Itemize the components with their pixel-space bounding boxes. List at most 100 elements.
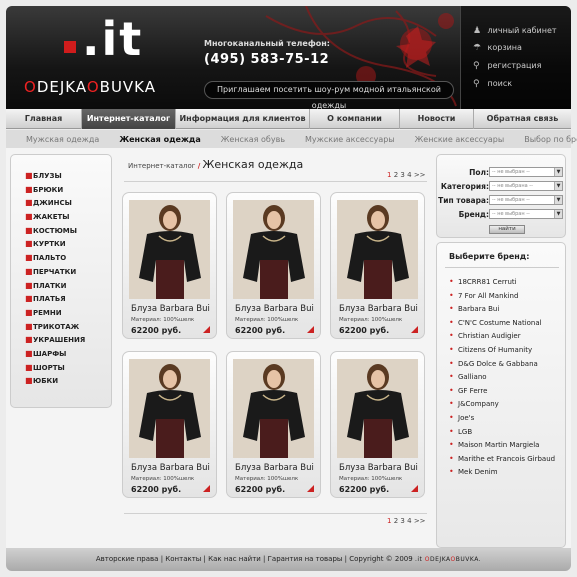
brand-item[interactable]: • LGB: [449, 425, 555, 439]
category-item[interactable]: ■БЛУЗЫ: [25, 169, 111, 183]
product-title[interactable]: Блуза Barbara Bui: [339, 463, 418, 473]
category-item[interactable]: ■КОСТЮМЫ: [25, 224, 111, 238]
next-page-link[interactable]: >>: [414, 517, 426, 525]
corner-arrow-icon[interactable]: [307, 485, 314, 492]
subnav-mens-clothing[interactable]: Мужская одежда: [6, 135, 109, 144]
footer-link-warranty[interactable]: Гарантия на товары: [268, 555, 343, 563]
page-link[interactable]: 1: [387, 171, 391, 179]
copyright-text: Copyright © 2009: [349, 555, 413, 563]
product-type-select[interactable]: -- не выбран -- ▼: [489, 195, 563, 205]
nav-catalog[interactable]: Интернет-каталог: [82, 109, 176, 129]
brand-item[interactable]: • Mek Denim: [449, 465, 555, 479]
header: .it ODEJKAOBUVKA Многоканальный телефон:…: [6, 6, 571, 109]
page-link[interactable]: 4: [407, 517, 411, 525]
brand-item[interactable]: • Maison Martin Margiela: [449, 438, 555, 452]
gender-select[interactable]: -- не выбран -- ▼: [489, 167, 563, 177]
category-item[interactable]: ■ПЕРЧАТКИ: [25, 265, 111, 279]
category-item[interactable]: ■ТРИКОТАЖ: [25, 320, 111, 334]
product-title[interactable]: Блуза Barbara Bui: [131, 463, 210, 473]
product-card[interactable]: Блуза Barbara Bui Материал: 100%шелк 622…: [226, 192, 321, 339]
corner-arrow-icon[interactable]: [203, 326, 210, 333]
product-photo[interactable]: [233, 359, 314, 458]
category-item[interactable]: ■ПЛАТКИ: [25, 279, 111, 293]
brand-item[interactable]: • Citizens Of Humanity: [449, 343, 555, 357]
category-item[interactable]: ■ШОРТЫ: [25, 361, 111, 375]
breadcrumb-root[interactable]: Интернет-каталог: [128, 162, 195, 170]
page-link[interactable]: 2: [394, 171, 398, 179]
brand-item[interactable]: • 18CRR81 Cerruti: [449, 275, 555, 289]
brand-select[interactable]: -- не выбран -- ▼: [489, 209, 563, 219]
category-item[interactable]: ■РЕМНИ: [25, 306, 111, 320]
account-link[interactable]: ♟ личный кабинет: [473, 26, 557, 36]
category-item[interactable]: ■ПАЛЬТО: [25, 251, 111, 265]
product-card[interactable]: Блуза Barbara Bui Материал: 100%шелк 622…: [122, 192, 217, 339]
category-item[interactable]: ■ЮБКИ: [25, 374, 111, 388]
next-page-link[interactable]: >>: [414, 171, 426, 179]
product-photo[interactable]: [233, 200, 314, 299]
product-photo[interactable]: [337, 359, 418, 458]
product-card[interactable]: Блуза Barbara Bui Материал: 100%шелк 622…: [330, 351, 425, 498]
brand-item[interactable]: • 7 For All Mankind: [449, 289, 555, 303]
cart-link[interactable]: ☂ корзина: [473, 43, 522, 53]
product-card[interactable]: Блуза Barbara Bui Материал: 100%шелк 622…: [330, 192, 425, 339]
category-item[interactable]: ■КУРТКИ: [25, 237, 111, 251]
subnav-womens-accessories[interactable]: Женские аксессуары: [405, 135, 515, 144]
brand-item[interactable]: • Christian Audigier: [449, 329, 555, 343]
product-card[interactable]: Блуза Barbara Bui Материал: 100%шелк 622…: [226, 351, 321, 498]
subnav-mens-accessories[interactable]: Мужские аксессуары: [295, 135, 405, 144]
product-card[interactable]: Блуза Barbara Bui Материал: 100%шелк 622…: [122, 351, 217, 498]
brand-item[interactable]: • C'N'C Costume National: [449, 316, 555, 330]
category-item[interactable]: ■ПЛАТЬЯ: [25, 292, 111, 306]
subnav-womens-clothing[interactable]: Женская одежда: [109, 135, 210, 144]
subnav-womens-shoes[interactable]: Женская обувь: [211, 135, 295, 144]
category-item[interactable]: ■ЖАКЕТЫ: [25, 210, 111, 224]
register-link[interactable]: ⚲ регистрация: [473, 61, 541, 71]
product-title[interactable]: Блуза Barbara Bui: [131, 304, 210, 314]
corner-arrow-icon[interactable]: [411, 485, 418, 492]
brand-item[interactable]: • GF Ferre: [449, 384, 555, 398]
category-item[interactable]: ■ДЖИНСЫ: [25, 196, 111, 210]
product-title[interactable]: Блуза Barbara Bui: [235, 304, 314, 314]
category-select[interactable]: -- не выбрана -- ▼: [489, 181, 563, 191]
product-title[interactable]: Блуза Barbara Bui: [339, 304, 418, 314]
nav-about[interactable]: О компании: [310, 109, 400, 129]
nav-home[interactable]: Главная: [6, 109, 82, 129]
promo-banner[interactable]: Приглашаем посетить шоу-рум модной италь…: [204, 81, 454, 109]
corner-arrow-icon[interactable]: [411, 326, 418, 333]
product-material: Материал: 100%шелк: [339, 476, 403, 482]
logo-mark[interactable]: .it: [64, 16, 143, 62]
corner-arrow-icon[interactable]: [307, 326, 314, 333]
category-item[interactable]: ■УКРАШЕНИЯ: [25, 333, 111, 347]
corner-arrow-icon[interactable]: [203, 485, 210, 492]
nav-feedback[interactable]: Обратная связь: [474, 109, 571, 129]
search-link[interactable]: ⚲ поиск: [473, 79, 512, 89]
product-photo[interactable]: [129, 359, 210, 458]
product-photo[interactable]: [129, 200, 210, 299]
search-button[interactable]: найти: [489, 225, 525, 234]
footer-link-directions[interactable]: Как нас найти: [208, 555, 261, 563]
page-link[interactable]: 3: [400, 517, 404, 525]
nav-news[interactable]: Новости: [400, 109, 474, 129]
page-link[interactable]: 1: [387, 517, 391, 525]
product-title[interactable]: Блуза Barbara Bui: [235, 463, 314, 473]
nav-client-info[interactable]: Информация для клиентов: [176, 109, 310, 129]
page-link[interactable]: 3: [400, 171, 404, 179]
subnav-by-brand[interactable]: Выбор по бренду: [514, 135, 577, 144]
category-item[interactable]: ■БРЮКИ: [25, 183, 111, 197]
product-price: 62200 руб.: [235, 326, 286, 335]
product-photo[interactable]: [337, 200, 418, 299]
brand-item[interactable]: • Marithe et Francois Girbaud: [449, 452, 555, 466]
brand-item[interactable]: • Barbara Bui: [449, 302, 555, 316]
page-link[interactable]: 4: [407, 171, 411, 179]
logo-name[interactable]: ODEJKAOBUVKA: [24, 78, 156, 96]
bullet-icon: ■: [25, 266, 33, 276]
footer-link-contacts[interactable]: Контакты: [165, 555, 201, 563]
footer-link-copyright-rights[interactable]: Авторские права: [96, 555, 159, 563]
brand-item[interactable]: • D&G Dolce & Gabbana: [449, 357, 555, 371]
category-item[interactable]: ■ШАРФЫ: [25, 347, 111, 361]
brand-item[interactable]: • J&Company: [449, 397, 555, 411]
page-link[interactable]: 2: [394, 517, 398, 525]
brand-item[interactable]: • Galliano: [449, 370, 555, 384]
brand-item[interactable]: • Joe's: [449, 411, 555, 425]
bullet-icon: •: [449, 358, 454, 368]
